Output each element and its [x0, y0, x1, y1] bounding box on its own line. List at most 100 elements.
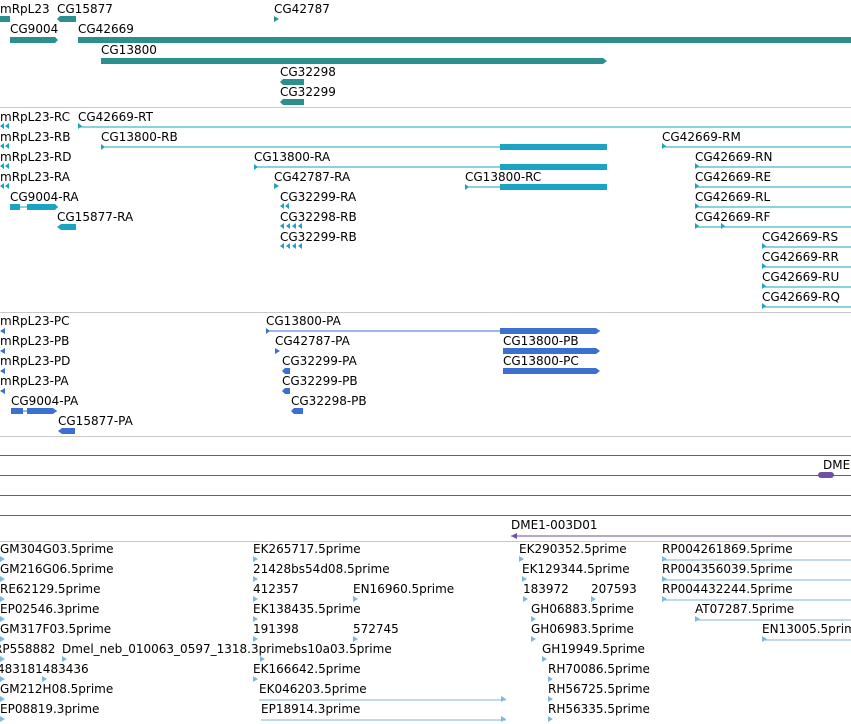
est-label[interactable]: EK166642.5prime [253, 662, 361, 676]
gene-label[interactable]: mRpL23 [0, 2, 50, 16]
clone-label[interactable]: DME1-003D01 [511, 518, 598, 532]
gene-feature[interactable] [274, 16, 281, 22]
protein-label[interactable]: mRpL23-PA [0, 374, 69, 388]
est-label[interactable]: GM212H08.5prime [0, 682, 113, 696]
gene-feature[interactable] [57, 16, 76, 22]
transcript-label[interactable]: CG42669-RR [762, 250, 839, 264]
est-label[interactable]: 412357 [253, 582, 299, 596]
transcript-label[interactable]: mRpL23-RC [0, 110, 70, 124]
transcript-label[interactable]: mRpL23-RD [0, 150, 72, 164]
protein-label[interactable]: CG32298-PB [291, 394, 367, 408]
protein-label[interactable]: CG13800-PA [266, 314, 341, 328]
protein-label[interactable]: CG9004-PA [11, 394, 78, 408]
protein-label[interactable]: mRpL23-PD [0, 354, 70, 368]
protein-label[interactable]: CG13800-PB [503, 334, 579, 348]
transcript-feature[interactable] [762, 283, 851, 289]
est-label[interactable]: 572745 [353, 622, 399, 636]
transcript-label[interactable]: CG42669-RF [695, 210, 770, 224]
transcript-feature[interactable] [695, 183, 851, 189]
gene-feature[interactable] [280, 99, 304, 105]
protein-label[interactable]: CG32299-PA [282, 354, 357, 368]
est-label[interactable]: RH56725.5prime [548, 682, 650, 696]
transcript-feature[interactable] [695, 163, 851, 169]
gene-label[interactable]: CG32299 [280, 85, 336, 99]
transcript-feature[interactable] [695, 203, 851, 209]
transcript-label[interactable]: CG42787-RA [274, 170, 350, 184]
transcript-label[interactable]: CG42669-RL [695, 190, 770, 204]
est-label[interactable]: GH19949.5prime [542, 642, 645, 656]
transcript-feature[interactable] [101, 144, 607, 150]
gene-label[interactable]: CG13800 [101, 43, 157, 57]
est-label[interactable]: 183972 [523, 582, 569, 596]
protein-feature[interactable] [275, 348, 281, 354]
est-label[interactable]: EN13005.5prime [762, 622, 851, 636]
est-label[interactable]: RP004261869.5prime [662, 542, 793, 556]
est-feature[interactable] [261, 716, 506, 722]
protein-label[interactable]: CG13800-PC [503, 354, 579, 368]
protein-label[interactable]: mRpL23-PB [0, 334, 69, 348]
transcript-label[interactable]: CG42669-RQ [762, 290, 840, 304]
est-feature[interactable] [531, 636, 539, 642]
transcript-feature[interactable] [695, 223, 851, 229]
est-label[interactable]: 483181483436 [0, 662, 89, 676]
est-label[interactable]: EN16960.5prime [353, 582, 454, 596]
gene-feature[interactable] [10, 37, 58, 43]
transcript-feature[interactable] [280, 203, 294, 209]
est-label[interactable]: GH06883.5prime [531, 602, 634, 616]
transcript-feature[interactable] [0, 143, 13, 149]
transcript-label[interactable]: CG13800-RC [465, 170, 541, 184]
est-label[interactable]: EK290352.5prime [519, 542, 627, 556]
gene-label[interactable]: CG32298 [280, 65, 336, 79]
protein-label[interactable]: CG42787-PA [275, 334, 350, 348]
est-label[interactable]: EK265717.5prime [253, 542, 361, 556]
est-label[interactable]: EP08819.3prime [0, 702, 99, 716]
protein-label[interactable]: CG15877-PA [58, 414, 133, 428]
gene-feature[interactable] [78, 37, 851, 43]
protein-feature[interactable] [503, 368, 600, 374]
transcript-label[interactable]: mRpL23-RA [0, 170, 70, 184]
transcript-label[interactable]: CG32298-RB [280, 210, 357, 224]
transcript-label[interactable]: CG32299-RB [280, 230, 357, 244]
est-label[interactable]: RP004432244.5prime [662, 582, 793, 596]
est-label[interactable]: RP558882 [0, 642, 55, 656]
transcript-label[interactable]: CG42669-RS [762, 230, 838, 244]
transcript-feature[interactable] [0, 183, 13, 189]
est-label[interactable]: EK046203.5prime [259, 682, 367, 696]
transcript-feature[interactable] [762, 303, 851, 309]
protein-label[interactable]: CG32299-PB [282, 374, 358, 388]
transcript-feature[interactable] [280, 223, 304, 229]
transcript-feature[interactable] [0, 123, 13, 129]
est-label[interactable]: RH70086.5prime [548, 662, 650, 676]
transcript-label[interactable]: CG9004-RA [10, 190, 79, 204]
est-label[interactable]: GM317F03.5prime [0, 622, 111, 636]
protein-feature[interactable] [282, 388, 290, 394]
transcript-feature[interactable] [280, 243, 304, 249]
gene-label[interactable]: CG42669 [78, 22, 134, 36]
transcript-feature[interactable] [465, 184, 607, 190]
est-label[interactable]: GM304G03.5prime [0, 542, 114, 556]
protein-feature[interactable] [11, 408, 57, 414]
est-label[interactable]: 21428bs54d08.5prime [253, 562, 390, 576]
clone-label[interactable]: DME [823, 458, 850, 472]
gene-label[interactable]: CG42787 [274, 2, 330, 16]
est-label[interactable]: EK129344.5prime [522, 562, 630, 576]
transcript-label[interactable]: CG42669-RT [78, 110, 153, 124]
transcript-feature[interactable] [10, 204, 58, 210]
transcript-label[interactable]: CG42669-RM [662, 130, 741, 144]
est-label[interactable]: EP02546.3prime [0, 602, 99, 616]
transcript-label[interactable]: CG42669-RN [695, 150, 773, 164]
transcript-feature[interactable] [274, 183, 281, 189]
transcript-feature[interactable] [662, 143, 851, 149]
clone-feature[interactable] [511, 533, 851, 539]
est-label[interactable]: RP004356039.5prime [662, 562, 793, 576]
est-feature[interactable] [523, 596, 531, 602]
transcript-label[interactable]: CG32299-RA [280, 190, 356, 204]
transcript-label[interactable]: CG13800-RB [101, 130, 178, 144]
gene-feature[interactable] [0, 16, 10, 22]
protein-label[interactable]: mRpL23-PC [0, 314, 70, 328]
gene-label[interactable]: CG15877 [57, 2, 113, 16]
transcript-feature[interactable] [57, 224, 76, 230]
est-feature[interactable] [762, 636, 851, 642]
est-label[interactable]: AT07287.5prime [695, 602, 794, 616]
protein-feature[interactable] [291, 408, 303, 414]
